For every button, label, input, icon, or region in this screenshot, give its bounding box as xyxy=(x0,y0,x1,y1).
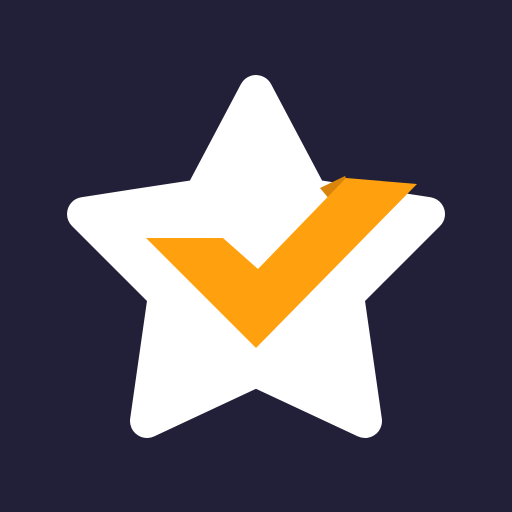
app-icon-graphic xyxy=(0,0,512,512)
app-icon xyxy=(0,0,512,512)
